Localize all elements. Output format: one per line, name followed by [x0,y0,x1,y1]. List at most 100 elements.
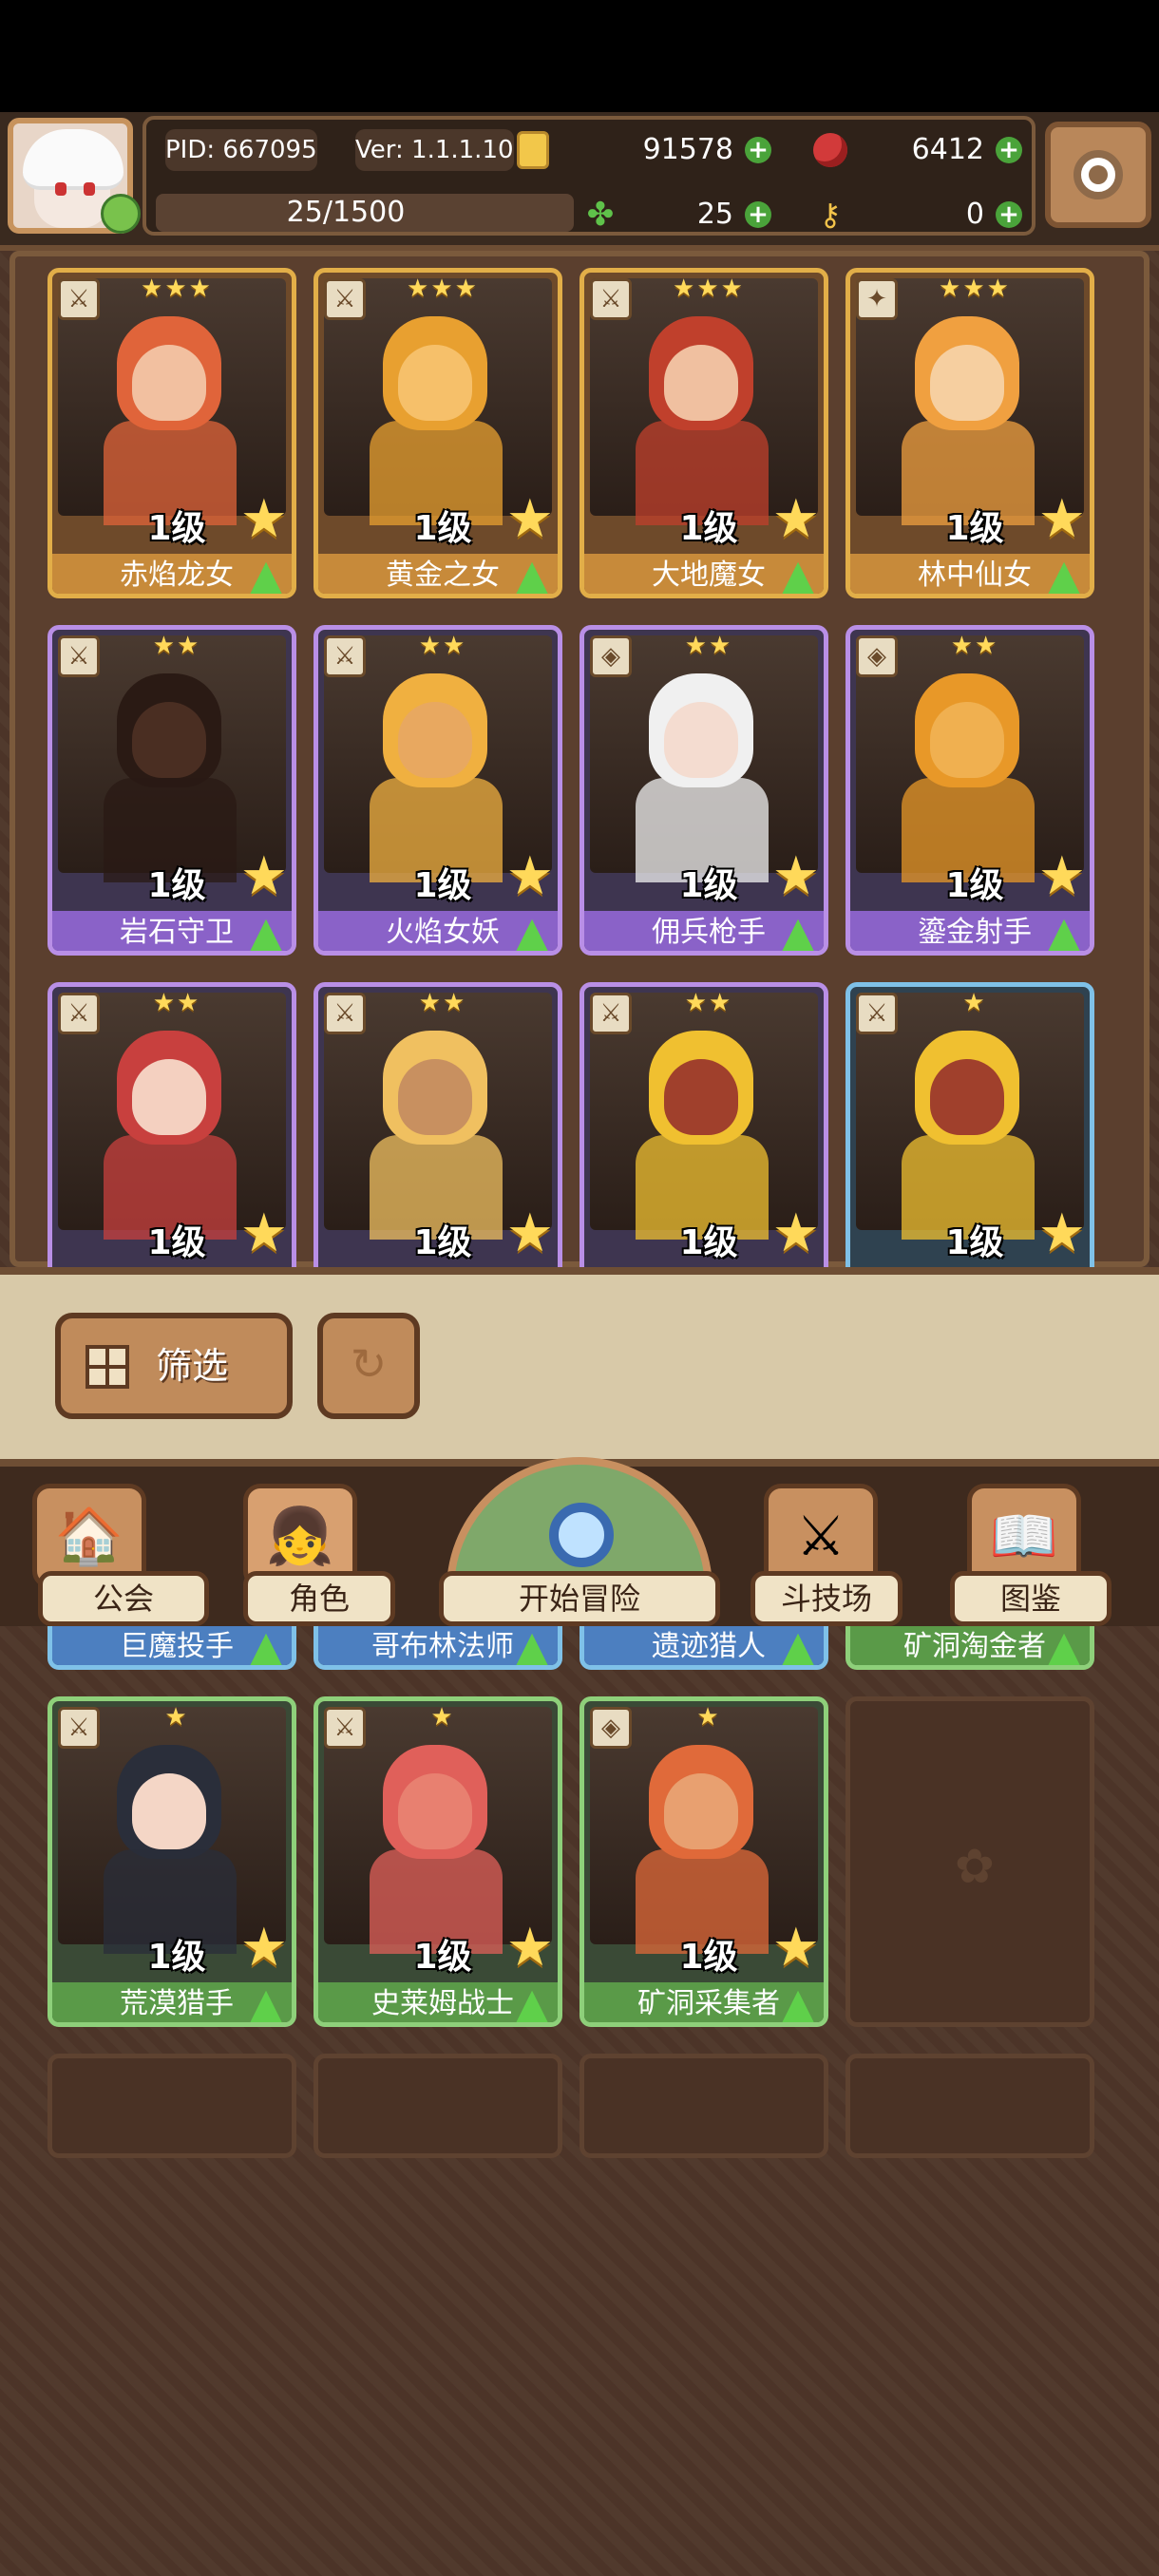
nav-guild[interactable]: 公会 [38,1571,209,1626]
character-card[interactable]: ◈ ★★ 1级 ★ 佣兵枪手 ▲ [580,625,828,956]
character-card[interactable]: ⚔ ★★★ 1级 ★ 黄金之女 ▲ [314,268,562,598]
empty-card-slot: ✿ [846,1696,1094,2027]
portrait-face [398,702,472,778]
filter-grid-icon [86,1345,129,1389]
gem-counter: 6412 + [811,129,1030,171]
star-upgrade-icon: ★ [505,488,554,550]
character-card[interactable]: ⚔ ★★ 1级 ★ 火焰女妖 ▲ [314,625,562,956]
paw-emblem-icon: ✿ [955,1839,995,1894]
level-up-arrow-icon: ▲ [516,1979,548,2027]
level-up-arrow-icon: ▲ [516,908,548,956]
top-header: PID: 667095 Ver: 1.1.1.10 91578 + 6412 +… [0,112,1159,251]
level-up-arrow-icon: ▲ [1048,908,1080,956]
nav-arena[interactable]: 斗技场 [750,1571,902,1626]
character-card[interactable]: ⚔ ★★★ 1级 ★ 赤焰龙女 ▲ [48,268,296,598]
portrait-face [132,702,206,778]
player-id: PID: 667095 [165,129,317,171]
level-up-arrow-icon: ▲ [782,908,814,956]
character-card[interactable]: ⚔ ★★★ 1级 ★ 大地魔女 ▲ [580,268,828,598]
portrait-face [132,345,206,421]
rarity-stars: ★★ [950,632,999,660]
portrait-face [398,1059,472,1135]
nav-character[interactable]: 角色 [243,1571,395,1626]
star-upgrade-icon: ★ [1037,488,1086,550]
level-up-arrow-icon: ▲ [516,551,548,598]
key-icon: ⚷ [819,197,842,233]
character-card[interactable]: ◈ ★ 1级 ★ 矿洞采集者 ▲ [580,1696,828,2027]
character-card[interactable]: ⚔ ★ 1级 ★ 荒漠猎手 ▲ [48,1696,296,2027]
rarity-stars: ★★★ [407,275,479,303]
star-upgrade-icon: ★ [505,1917,554,1979]
character-card[interactable]: ✦ ★★★ 1级 ★ 林中仙女 ▲ [846,268,1094,598]
star-upgrade-icon: ★ [239,1917,288,1979]
gold-coin-icon [517,131,549,169]
character-card[interactable]: ◈ ★★ 1级 ★ 鎏金射手 ▲ [846,625,1094,956]
character-card[interactable]: ⚔★★1级★啵啵▲ [48,982,296,1313]
level-up-arrow-icon: ▲ [1048,551,1080,598]
add-gold-button[interactable]: + [745,137,771,163]
character-card[interactable]: ⚔★1级★巨魔守卫▲ [846,982,1094,1313]
filter-area: 筛选 ↻ [0,1267,1159,1467]
clover-counter: ✤ 25 + [581,194,779,236]
empty-card-slot [48,2054,296,2158]
rarity-stars: ★★★ [939,275,1011,303]
portrait-face [930,345,1004,421]
filter-button[interactable]: 筛选 [55,1313,293,1419]
character-card[interactable]: ⚔★★1级★日耀祭司▲ [314,982,562,1313]
red-gem-icon [813,133,847,167]
gold-value: 91578 [642,133,733,166]
refresh-button[interactable]: ↻ [317,1313,420,1419]
portrait-face [930,1059,1004,1135]
rarity-stars: ★★ [152,632,201,660]
star-upgrade-icon: ★ [771,488,820,550]
character-card[interactable]: ⚔ ★★ 1级 ★ 岩石守卫 ▲ [48,625,296,956]
codex-glyph: 📖 [989,1504,1059,1568]
stamina-icon [101,194,141,234]
star-upgrade-icon: ★ [239,1203,288,1264]
rarity-stars: ★★ [684,989,733,1017]
rarity-stars: ★★ [418,632,467,660]
character-grid: ⚔ ★★★ 1级 ★ 赤焰龙女 ▲ ⚔ ★★★ 1级 ★ 黄金之女 ▲ ⚔ ★★★ 1级 ★ 大地魔女 ▲ ✦ ★★★… [10,251,1150,2158]
add-clover-button[interactable]: + [745,201,771,228]
level-up-arrow-icon: ▲ [516,1622,548,1670]
portrait-face [664,702,738,778]
rarity-stars: ★★ [684,632,733,660]
bottom-navigation: 🏠 公会 👧 角色 开始冒险 ⚔ 斗技场 📖 图鉴 [0,1457,1159,1626]
nav-codex[interactable]: 图鉴 [950,1571,1112,1626]
level-up-arrow-icon: ▲ [250,551,282,598]
star-upgrade-icon: ★ [771,845,820,907]
stamina-value: 25/1500 [286,196,406,229]
swords-glyph: ⚔ [796,1504,846,1568]
star-upgrade-icon: ★ [1037,845,1086,907]
character-card[interactable]: ⚔ ★ 1级 ★ 史莱姆战士 ▲ [314,1696,562,2027]
filter-label: 筛选 [156,1345,229,1387]
rarity-stars: ★ [430,1703,455,1732]
adventure-magnifier-icon [549,1503,614,1567]
star-upgrade-icon: ★ [771,1203,820,1264]
star-upgrade-icon: ★ [505,845,554,907]
portrait-face [398,345,472,421]
level-up-arrow-icon: ▲ [782,551,814,598]
version-label: Ver: 1.1.1.10 [355,129,514,171]
level-up-arrow-icon: ▲ [1048,1622,1080,1670]
add-key-button[interactable]: + [996,201,1022,228]
guild-glyph: 🏠 [54,1504,124,1568]
settings-button[interactable] [1045,122,1151,228]
nav-start-adventure[interactable]: 开始冒险 [439,1571,720,1626]
rarity-stars: ★★ [152,989,201,1017]
portrait-face [664,1773,738,1849]
gem-value: 6412 [911,133,984,166]
portrait-face [664,345,738,421]
key-counter: ⚷ 0 + [811,194,1030,236]
character-card[interactable]: ⚔★★1级★巨魔监工▲ [580,982,828,1313]
level-up-arrow-icon: ▲ [250,1622,282,1670]
star-upgrade-icon: ★ [239,845,288,907]
empty-card-slot [580,2054,828,2158]
rarity-stars: ★★ [418,989,467,1017]
star-upgrade-icon: ★ [771,1917,820,1979]
star-upgrade-icon: ★ [1037,1203,1086,1264]
level-up-arrow-icon: ▲ [782,1979,814,2027]
empty-card-slot [314,2054,562,2158]
add-gem-button[interactable]: + [996,137,1022,163]
game-screen: PID: 667095 Ver: 1.1.1.10 91578 + 6412 +… [0,112,1159,2576]
